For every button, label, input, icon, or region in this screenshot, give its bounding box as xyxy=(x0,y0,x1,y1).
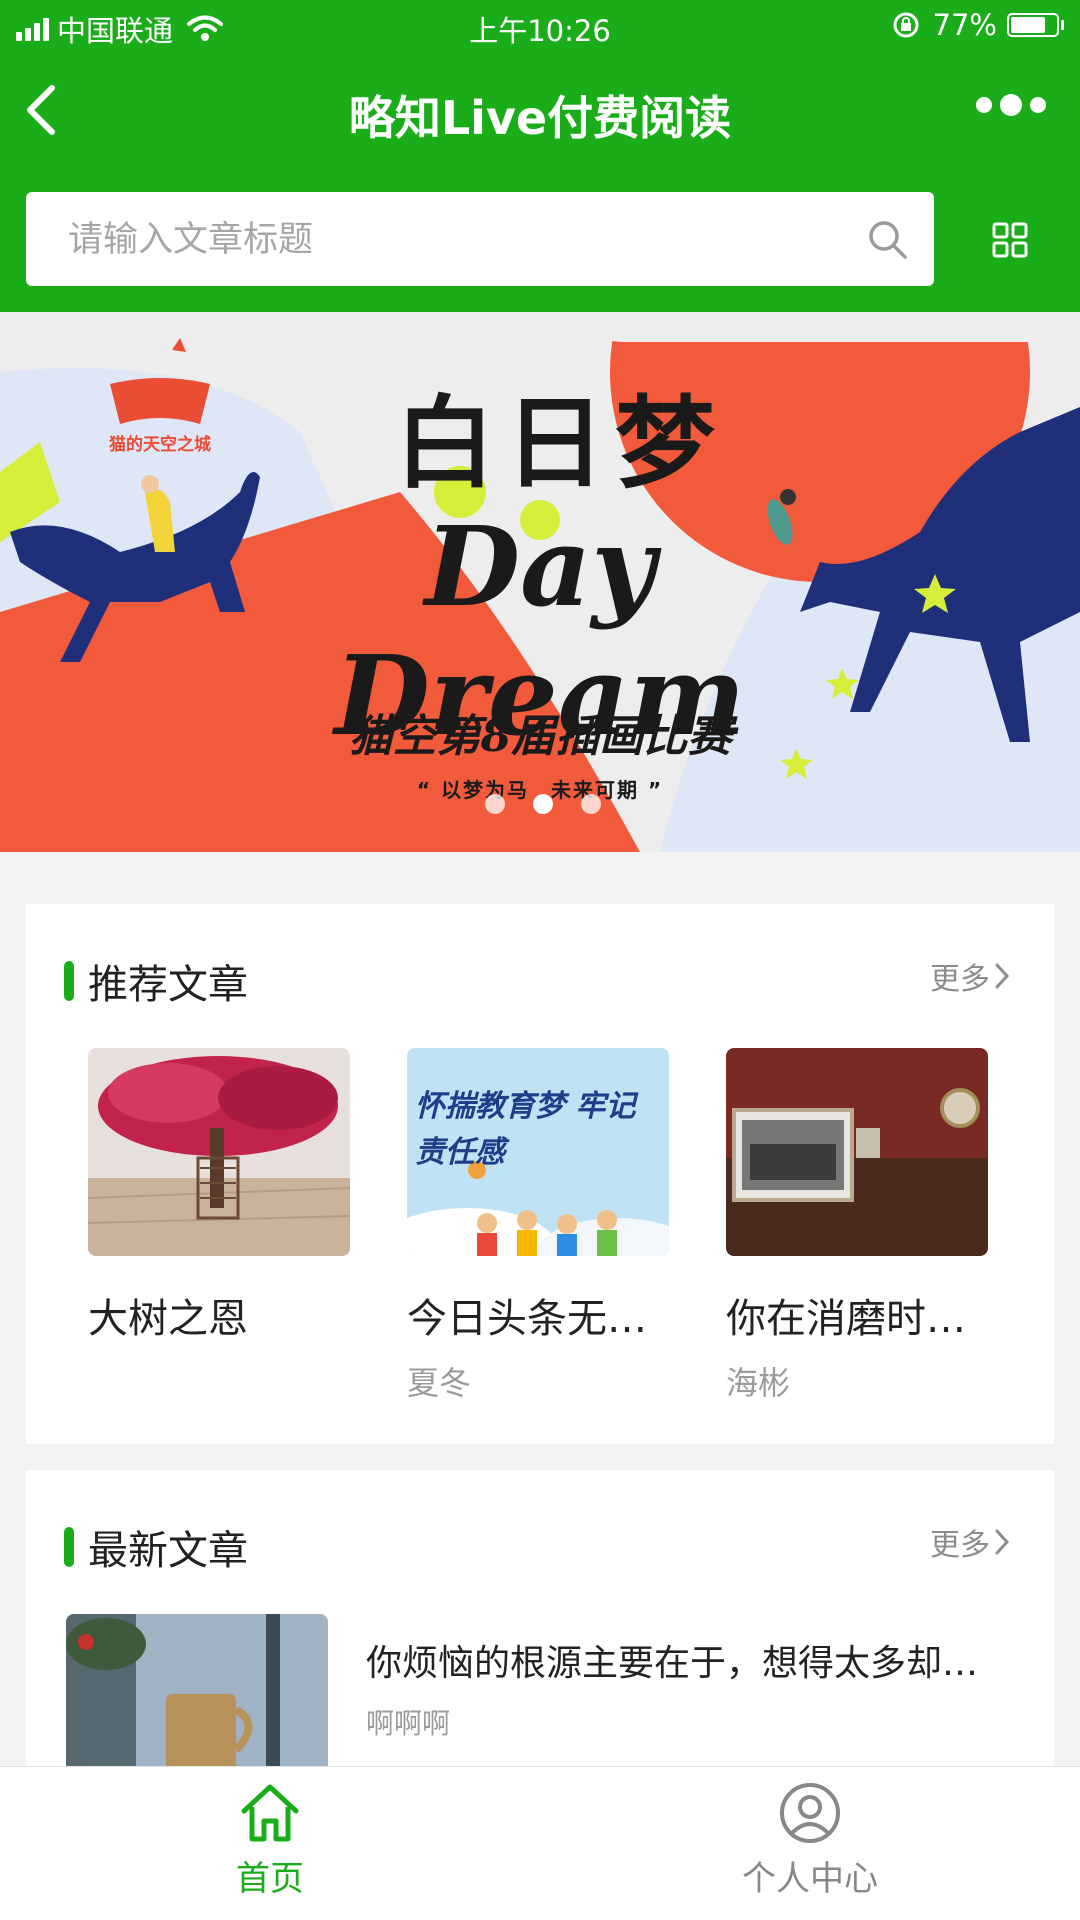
grid-menu-icon[interactable] xyxy=(992,222,1028,258)
page-title: 略知Live付费阅读 xyxy=(348,91,732,145)
status-bar: 中国联通 上午10:26 77% xyxy=(0,0,1080,54)
article-thumbnail-cup xyxy=(66,1614,328,1770)
section-title: 推荐文章 xyxy=(88,962,248,1008)
banner-logo-text: 猫的天空之城 xyxy=(109,435,211,455)
banner-carousel[interactable]: 猫的天空之城 白日梦 Day Dream 猫空第8届插画比赛 “ 以梦为马 未来… xyxy=(0,312,1080,852)
tab-label: 首页 xyxy=(236,1859,304,1899)
tab-bar: 首页 个人中心 xyxy=(0,1766,1080,1920)
section-header: 推荐文章 xyxy=(64,952,248,1010)
home-icon xyxy=(241,1784,299,1842)
carousel-dot[interactable] xyxy=(485,794,505,814)
rotation-lock-icon xyxy=(893,12,919,38)
article-title: 你在消磨时… xyxy=(726,1296,966,1342)
article-author: 啊啊啊 xyxy=(366,1707,451,1740)
search-icon[interactable] xyxy=(866,218,908,260)
banner-title: 白日梦 xyxy=(395,384,725,502)
latest-more-link[interactable]: 更多 xyxy=(930,1520,1010,1564)
section-accent-bar xyxy=(64,1527,74,1567)
user-icon xyxy=(780,1783,840,1843)
article-thumbnail-tree xyxy=(88,1048,350,1256)
banner-contest-text: 猫空第8届插画比赛 xyxy=(348,711,732,762)
article-thumbnail-photo-frame xyxy=(726,1048,988,1256)
article-title: 今日头条无… xyxy=(407,1296,647,1342)
tab-label: 个人中心 xyxy=(742,1859,878,1899)
battery-icon xyxy=(1007,13,1064,37)
article-author: 夏冬 xyxy=(407,1364,472,1402)
recommended-section: 推荐文章 更多 大树之恩 怀揣教育梦 牢记责任感 今日头条无… 夏冬 你在消磨时… xyxy=(26,904,1054,1444)
nav-bar: 略知Live付费阅读 xyxy=(0,54,1080,312)
latest-section: 最新文章 更多 你烦恼的根源主要在于，想得太多却… 啊啊啊 xyxy=(26,1470,1054,1770)
article-card[interactable]: 大树之恩 xyxy=(88,1048,350,1358)
article-card[interactable]: 你在消磨时… 海彬 xyxy=(726,1048,988,1404)
carousel-dot[interactable] xyxy=(533,794,553,814)
tab-profile[interactable]: 个人中心 xyxy=(660,1777,960,1900)
search-input[interactable] xyxy=(66,192,850,288)
carousel-dot[interactable] xyxy=(581,794,601,814)
carousel-dots xyxy=(485,794,601,814)
more-options-icon[interactable] xyxy=(976,94,1046,116)
battery-percent: 77% xyxy=(932,8,997,42)
chevron-right-icon xyxy=(995,1529,1010,1555)
article-thumbnail-education: 怀揣教育梦 牢记责任感 xyxy=(407,1048,669,1256)
thumbnail-caption: 怀揣教育梦 牢记责任感 xyxy=(415,1089,636,1170)
article-title: 你烦恼的根源主要在于，想得太多却… xyxy=(366,1643,979,1684)
section-accent-bar xyxy=(64,961,74,1001)
article-card[interactable]: 怀揣教育梦 牢记责任感 今日头条无… 夏冬 xyxy=(407,1048,669,1404)
recommended-more-link[interactable]: 更多 xyxy=(930,954,1010,998)
section-header: 最新文章 xyxy=(64,1518,248,1576)
more-label: 更多 xyxy=(930,1528,990,1563)
more-label: 更多 xyxy=(930,962,990,997)
article-title: 大树之恩 xyxy=(88,1296,248,1342)
section-title: 最新文章 xyxy=(88,1528,248,1574)
chevron-right-icon xyxy=(995,963,1010,989)
tab-home[interactable]: 首页 xyxy=(120,1777,420,1900)
article-author: 海彬 xyxy=(726,1364,791,1402)
search-box xyxy=(26,192,934,288)
